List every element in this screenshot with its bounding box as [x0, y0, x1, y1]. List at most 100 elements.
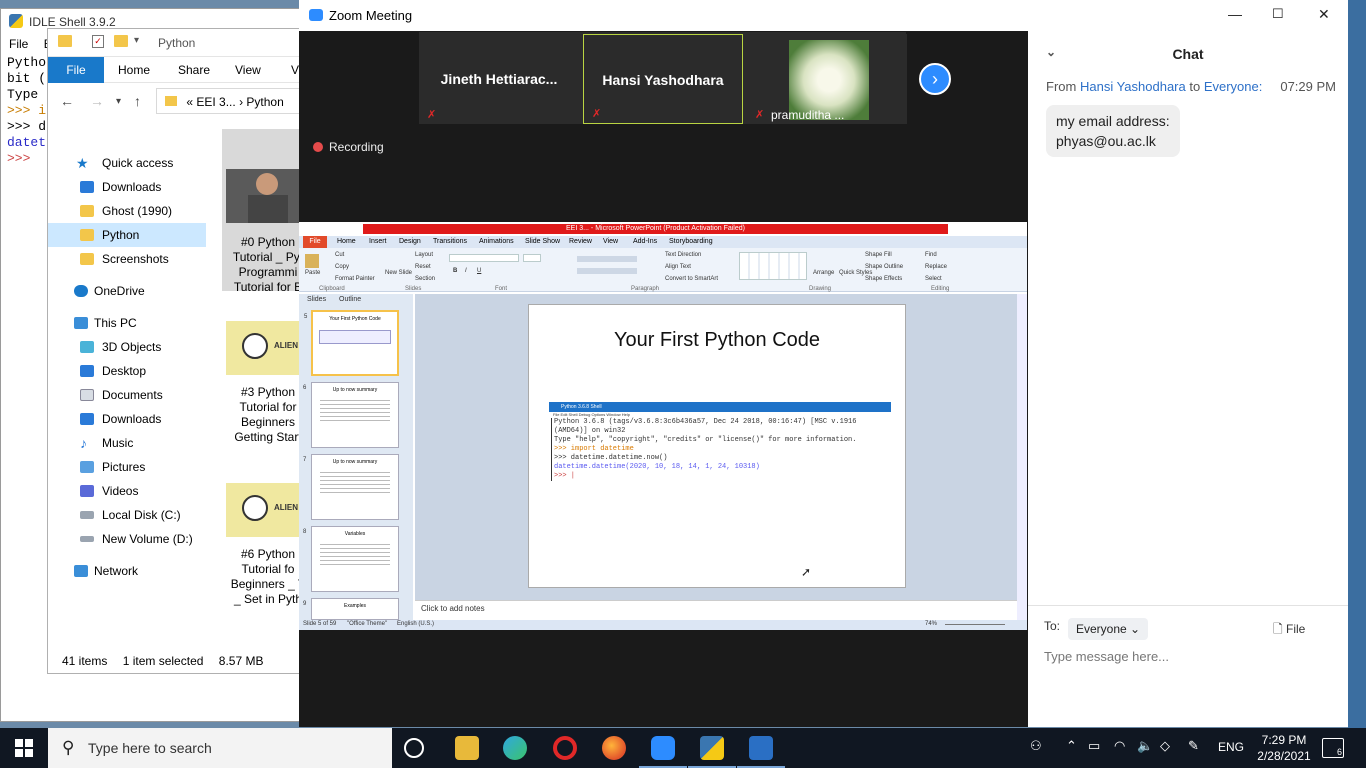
cortana-icon[interactable] [404, 738, 424, 758]
idle-taskbar-icon[interactable] [688, 736, 736, 768]
back-arrow-icon[interactable]: ← [60, 93, 74, 109]
ppt-tab[interactable]: Home [337, 238, 356, 245]
nav-music[interactable]: ♪ Music [48, 431, 206, 455]
align-buttons[interactable] [577, 268, 637, 274]
recent-dropdown-icon[interactable]: ▾ [116, 96, 121, 107]
slide-thumbnail[interactable]: 5 Your First Python Code [304, 310, 399, 376]
close-icon[interactable]: ✕ [1318, 6, 1330, 23]
ribbon-tab-home[interactable]: Home [118, 63, 150, 77]
nav-3d-objects[interactable]: 3D Objects [48, 335, 206, 359]
ribbon-item[interactable]: Shape Outline [865, 264, 903, 270]
panel-tab-slides[interactable]: Slides [307, 296, 326, 303]
chevron-down-icon[interactable]: ▾ [134, 35, 139, 46]
opera-icon[interactable] [553, 736, 577, 760]
wifi-icon[interactable]: ◠ [1114, 738, 1125, 754]
slide-thumbnail[interactable]: 7 Up to now summary [303, 454, 399, 520]
nav-ghost-1990[interactable]: Ghost (1990) [48, 199, 206, 223]
idle-menu-file[interactable]: File [9, 37, 28, 51]
zoom-slider[interactable] [945, 624, 1005, 625]
new-folder-icon[interactable] [114, 35, 128, 47]
nav-downloads-pc[interactable]: Downloads [48, 407, 206, 431]
ppt-tab[interactable]: Transitions [433, 238, 467, 245]
maximize-icon[interactable]: ☐ [1272, 6, 1284, 22]
shapes-gallery[interactable] [739, 252, 807, 280]
ppt-tab-file[interactable]: File [303, 236, 327, 248]
paste-icon[interactable] [305, 254, 319, 268]
participant-tile[interactable]: Jineth Hettiarac... ✗ [419, 34, 579, 124]
recording-indicator[interactable]: Recording [313, 140, 384, 154]
ppt-tab[interactable]: Add-Ins [633, 238, 657, 245]
slide-scrollbar[interactable] [1017, 294, 1027, 620]
ppt-tab[interactable]: Insert [369, 238, 387, 245]
recipient-dropdown[interactable]: Everyone ⌄ [1068, 618, 1149, 640]
nav-quick-access[interactable]: ★ Quick access [48, 151, 206, 175]
nav-python[interactable]: Python [48, 223, 206, 247]
up-arrow-icon[interactable]: ↑ [134, 93, 141, 109]
ppt-tab[interactable]: Slide Show [525, 238, 560, 245]
panel-tab-outline[interactable]: Outline [339, 296, 361, 303]
font-size-select[interactable] [523, 254, 541, 262]
sender-name[interactable]: Hansi Yashodhara [1080, 79, 1186, 94]
clock[interactable]: 7:29 PM 2/28/2021 [1256, 732, 1312, 764]
language-indicator[interactable]: ENG [1218, 740, 1244, 754]
battery-icon[interactable]: ▭ [1088, 738, 1100, 754]
participant-tile-active-speaker[interactable]: Hansi Yashodhara ✗ [583, 34, 743, 124]
ribbon-item[interactable]: Select [925, 276, 942, 282]
minimize-icon[interactable]: — [1228, 6, 1242, 22]
next-page-arrow-icon[interactable]: › [919, 63, 951, 95]
nav-pictures[interactable]: Pictures [48, 455, 206, 479]
recipient-name[interactable]: Everyone: [1204, 79, 1263, 94]
ppt-tab[interactable]: Animations [479, 238, 514, 245]
bold-icon[interactable]: B [453, 268, 457, 274]
participant-tile[interactable]: ✗ pramuditha ... [747, 34, 907, 124]
windows-start-icon[interactable] [15, 739, 33, 757]
underline-icon[interactable]: U [477, 268, 481, 274]
nav-downloads[interactable]: Downloads [48, 175, 206, 199]
app-taskbar-icon[interactable] [737, 736, 785, 768]
address-bar[interactable]: « EEI 3... › Python [156, 88, 316, 114]
nav-desktop[interactable]: Desktop [48, 359, 206, 383]
ribbon-item[interactable]: Copy [335, 264, 349, 270]
nav-new-volume-d[interactable]: New Volume (D:) [48, 527, 206, 551]
ribbon-item[interactable]: Layout [415, 252, 433, 258]
breadcrumb-item[interactable]: Python [246, 95, 283, 109]
ribbon-item[interactable]: Paste [305, 270, 320, 276]
ribbon-tab-view[interactable]: View [235, 63, 261, 77]
ribbon-item[interactable]: Section [415, 276, 435, 282]
folder-icon[interactable] [58, 35, 72, 47]
list-buttons[interactable] [577, 256, 637, 262]
slide-thumbnail[interactable]: 6 Up to now summary [303, 382, 399, 448]
properties-icon[interactable]: ✓ [92, 35, 104, 48]
chevron-up-icon[interactable]: ⌃ [1066, 738, 1077, 754]
forward-arrow-icon[interactable]: → [90, 93, 104, 109]
ppt-tab[interactable]: Design [399, 238, 421, 245]
nav-onedrive[interactable]: OneDrive [48, 279, 206, 303]
dropbox-icon[interactable]: ◇ [1160, 738, 1170, 754]
ribbon-item[interactable]: Text Direction [665, 252, 701, 258]
italic-icon[interactable]: I [465, 268, 467, 274]
breadcrumb-item[interactable]: EEI 3... [196, 95, 235, 109]
file-button[interactable]: 🗋 File [1273, 620, 1305, 641]
nav-network[interactable]: Network [48, 559, 206, 583]
ppt-tab[interactable]: Review [569, 238, 592, 245]
slide-thumbnail[interactable]: 9 Examples [303, 598, 399, 620]
zoom-meeting-window[interactable]: Zoom Meeting — ☐ ✕ Jineth Hettiarac... ✗… [299, 0, 1348, 727]
taskbar-search-box[interactable]: ⚲ Type here to search [48, 728, 392, 768]
ppt-tab[interactable]: View [603, 238, 618, 245]
ribbon-item[interactable]: Format Painter [335, 276, 375, 282]
nav-this-pc[interactable]: This PC [48, 311, 206, 335]
volume-icon[interactable]: 🔈 [1137, 738, 1153, 754]
notification-center-icon[interactable]: 6 [1322, 738, 1344, 758]
file-explorer-taskbar-icon[interactable] [455, 736, 479, 760]
ribbon-item[interactable]: Find [925, 252, 937, 258]
zoom-taskbar-icon[interactable] [639, 736, 687, 768]
chat-message-bubble[interactable]: my email address: phyas@ou.ac.lk [1046, 105, 1180, 157]
slide-thumbnail[interactable]: 8 Variables [303, 526, 399, 592]
nav-local-disk-c[interactable]: Local Disk (C:) [48, 503, 206, 527]
ribbon-item[interactable]: New Slide [385, 270, 412, 276]
nav-screenshots[interactable]: Screenshots [48, 247, 206, 271]
ribbon-item[interactable]: Convert to SmartArt [665, 276, 718, 282]
ribbon-item[interactable]: Arrange [813, 270, 834, 276]
current-slide[interactable]: Your First Python Code Python 3.6.8 Shel… [528, 304, 906, 588]
ribbon-item[interactable]: Shape Effects [865, 276, 902, 282]
